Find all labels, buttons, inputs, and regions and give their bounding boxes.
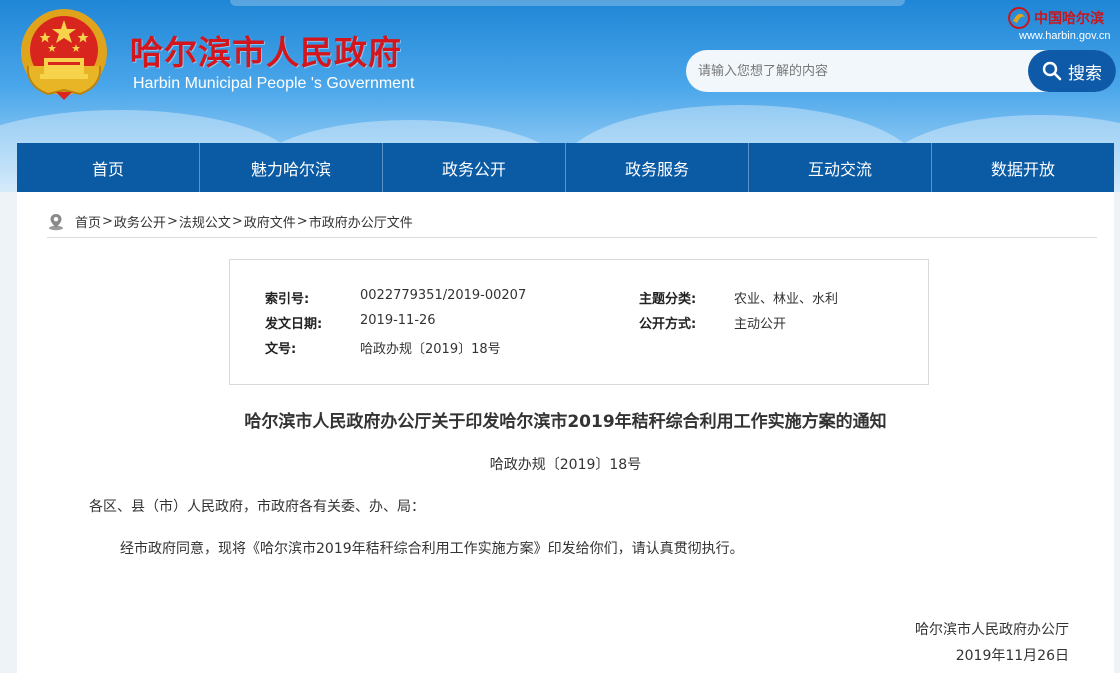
meta-date-label: 发文日期: (265, 317, 323, 332)
portal-swirl-icon (1008, 7, 1030, 29)
meta-topic-row: 主题分类: 农业、林业、水利 (639, 288, 838, 307)
breadcrumb-separator: > (296, 214, 308, 229)
nav-item-open-data[interactable]: 数据开放 (932, 143, 1114, 192)
breadcrumb-separator: > (231, 214, 243, 229)
document-body: 经市政府同意，现将《哈尔滨市2019年秸秆综合利用工作实施方案》印发给你们，请认… (120, 541, 744, 557)
meta-index-label: 索引号: (265, 292, 310, 307)
content-area: 首页 > 政务公开 > 法规公文 > 政府文件 > 市政府办公厅文件 索引号: … (17, 192, 1114, 673)
meta-publish-row: 公开方式: 主动公开 (639, 313, 786, 332)
meta-docno-row: 文号: 哈政办规〔2019〕18号 (265, 338, 501, 357)
document-salutation: 各区、县（市）人民政府，市政府各有关委、办、局： (89, 499, 425, 515)
top-strip (230, 0, 905, 6)
search-button[interactable]: 搜索 (1028, 50, 1116, 92)
portal-name: 中国哈尔滨 (1034, 11, 1104, 27)
meta-topic-label: 主题分类: (639, 292, 697, 307)
site-subtitle: Harbin Municipal People 's Government (133, 75, 415, 92)
location-pin-icon (49, 213, 63, 230)
nav-item-home[interactable]: 首页 (17, 143, 200, 192)
breadcrumb-government-documents[interactable]: 政府文件 (244, 212, 296, 231)
meta-docno-value: 哈政办规〔2019〕18号 (360, 342, 501, 357)
main-nav: 首页 魅力哈尔滨 政务公开 政务服务 互动交流 数据开放 (17, 143, 1114, 192)
portal-domain: www.harbin.gov.cn (1019, 30, 1111, 42)
site-title: 哈尔滨市人民政府 (130, 33, 402, 72)
breadcrumb-office-documents[interactable]: 市政府办公厅文件 (309, 212, 413, 231)
nav-item-government-services[interactable]: 政务服务 (566, 143, 749, 192)
meta-publish-value: 主动公开 (734, 317, 787, 332)
portal-logo[interactable]: 中国哈尔滨 (1008, 7, 1104, 29)
nav-item-government-affairs-disclosure[interactable]: 政务公开 (383, 143, 566, 192)
national-emblem-icon (21, 9, 107, 100)
document-title: 哈尔滨市人民政府办公厅关于印发哈尔滨市2019年秸秆综合利用工作实施方案的通知 (244, 412, 887, 432)
document-number: 哈政办规〔2019〕18号 (489, 457, 642, 473)
meta-date-value: 2019-11-26 (360, 313, 436, 328)
search-button-label: 搜索 (1068, 63, 1102, 84)
meta-index-row: 索引号: 0022779351/2019-00207 (265, 288, 526, 307)
nav-item-charm-harbin[interactable]: 魅力哈尔滨 (200, 143, 383, 192)
meta-docno-label: 文号: (265, 342, 297, 357)
meta-date-row: 发文日期: 2019-11-26 (265, 313, 436, 332)
meta-topic-value: 农业、林业、水利 (734, 292, 839, 307)
search-box: 搜索 (686, 50, 1116, 92)
document-signer: 哈尔滨市人民政府办公厅 (915, 622, 1069, 638)
breadcrumb-regulations[interactable]: 法规公文 (179, 212, 231, 231)
search-icon (1042, 61, 1062, 81)
meta-index-value: 0022779351/2019-00207 (360, 288, 527, 303)
breadcrumb-home[interactable]: 首页 (75, 212, 101, 231)
document-sign-date: 2019年11月26日 (955, 648, 1069, 664)
meta-publish-label: 公开方式: (639, 317, 697, 332)
breadcrumb: 首页 > 政务公开 > 法规公文 > 政府文件 > 市政府办公厅文件 (47, 212, 1097, 238)
breadcrumb-separator: > (102, 214, 113, 229)
breadcrumb-separator: > (166, 214, 178, 229)
breadcrumb-government-affairs[interactable]: 政务公开 (114, 212, 166, 231)
search-input[interactable] (698, 50, 1028, 92)
nav-item-interaction[interactable]: 互动交流 (749, 143, 932, 192)
document-metadata-box: 索引号: 0022779351/2019-00207 主题分类: 农业、林业、水… (229, 259, 929, 385)
